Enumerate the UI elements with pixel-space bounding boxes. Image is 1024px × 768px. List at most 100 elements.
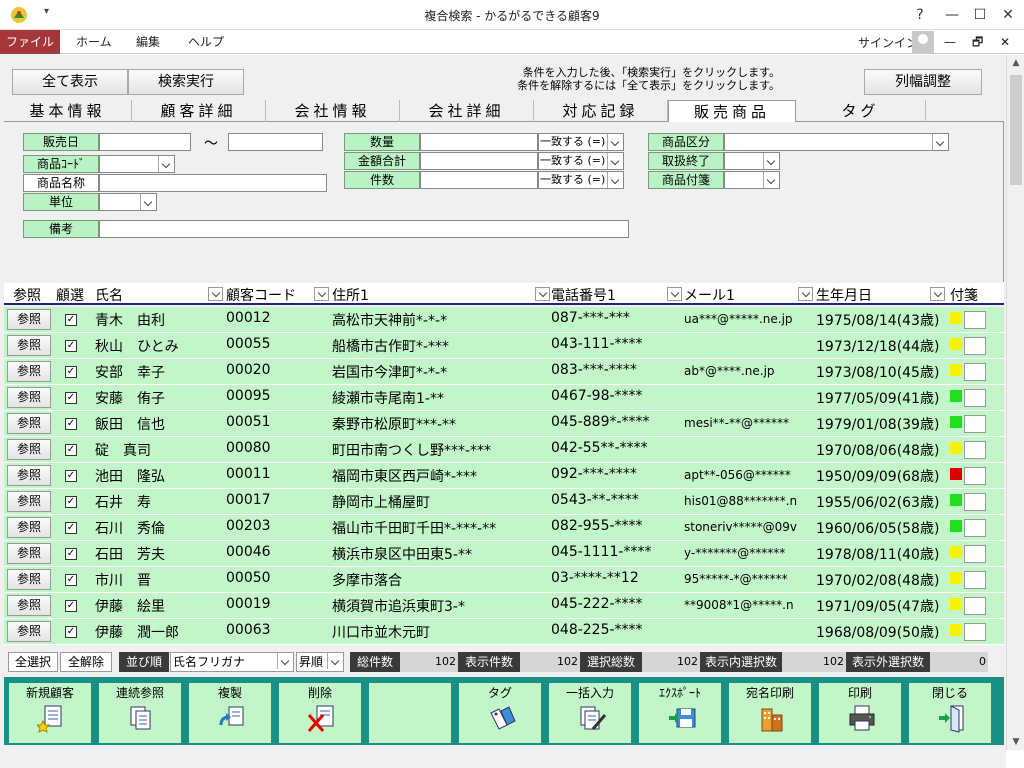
search-exec-button[interactable]: 検索実行 — [128, 69, 244, 95]
print-button[interactable]: 印刷 — [818, 682, 902, 744]
row-tag-box[interactable] — [964, 441, 986, 459]
menu-edit[interactable]: 編集 — [136, 30, 160, 54]
name-filter-dropdown-icon[interactable] — [208, 287, 223, 301]
show-all-button[interactable]: 全て表示 — [12, 69, 128, 95]
row-select-checkbox[interactable]: ✓ — [65, 340, 77, 352]
row-tag-box[interactable] — [964, 415, 986, 433]
row-ref-button[interactable]: 参照 — [7, 361, 51, 382]
row-tag-box[interactable] — [964, 623, 986, 641]
quantity-input[interactable] — [420, 133, 538, 151]
phone-filter-dropdown-icon[interactable] — [667, 287, 682, 301]
vertical-scrollbar[interactable]: ▲ ▼ — [1006, 55, 1024, 750]
delete-button[interactable]: 削除 — [278, 682, 362, 744]
row-select-checkbox[interactable]: ✓ — [65, 574, 77, 586]
menu-file[interactable]: ファイル — [0, 30, 60, 54]
export-button[interactable]: ｴｸｽﾎﾟｰﾄ — [638, 682, 722, 744]
row-tag-box[interactable] — [964, 467, 986, 485]
chevron-down-icon[interactable] — [158, 156, 174, 172]
tab-company-detail[interactable]: 会社詳細 — [400, 100, 534, 122]
column-adjust-button[interactable]: 列幅調整 — [864, 69, 982, 95]
code-filter-dropdown-icon[interactable] — [314, 287, 329, 301]
tag-button[interactable]: タグ — [458, 682, 542, 744]
sale-date-from-input[interactable] — [99, 133, 191, 151]
row-tag-box[interactable] — [964, 363, 986, 381]
row-ref-button[interactable]: 参照 — [7, 595, 51, 616]
row-select-checkbox[interactable]: ✓ — [65, 626, 77, 638]
row-tag-box[interactable] — [964, 571, 986, 589]
menu-help[interactable]: ヘルプ — [188, 30, 224, 54]
row-ref-button[interactable]: 参照 — [7, 387, 51, 408]
signin-link[interactable]: サインイン — [858, 34, 918, 51]
duplicate-button[interactable]: 複製 — [188, 682, 272, 744]
row-select-checkbox[interactable]: ✓ — [65, 548, 77, 560]
chevron-down-icon[interactable] — [277, 653, 293, 669]
header-ref[interactable]: 参照 — [13, 285, 41, 305]
address-filter-dropdown-icon[interactable] — [535, 287, 550, 301]
amount-match-select[interactable]: 一致する (=) — [538, 152, 624, 170]
product-name-input[interactable] — [99, 174, 327, 192]
close-window-button[interactable]: ✕ — [994, 4, 1022, 26]
amount-total-input[interactable] — [420, 152, 538, 170]
deselect-all-button[interactable]: 全解除 — [60, 652, 112, 672]
maximize-button[interactable]: ☐ — [966, 4, 994, 26]
header-phone[interactable]: 電話番号1 — [551, 285, 616, 305]
table-row[interactable]: 参照 ✓ 石川 秀倫 00203 福山市千田町千田*-***-** 082-955-***… — [4, 515, 1004, 541]
chevron-down-icon[interactable] — [607, 134, 623, 150]
row-ref-button[interactable]: 参照 — [7, 413, 51, 434]
row-select-checkbox[interactable]: ✓ — [65, 522, 77, 534]
tab-basic-info[interactable]: 基本情報 — [4, 100, 132, 122]
select-all-button[interactable]: 全選択 — [8, 652, 58, 672]
sort-dir-select[interactable]: 昇順 — [296, 652, 344, 672]
product-code-select[interactable] — [99, 155, 175, 173]
scroll-thumb[interactable] — [1010, 75, 1022, 185]
row-select-checkbox[interactable]: ✓ — [65, 314, 77, 326]
chevron-down-icon[interactable] — [607, 153, 623, 169]
sale-date-to-input[interactable] — [228, 133, 323, 151]
row-ref-button[interactable]: 参照 — [7, 335, 51, 356]
table-row[interactable]: 参照 ✓ 石井 寿 00017 静岡市上桶屋町 0543-**-**** his01@88*… — [4, 489, 1004, 515]
header-select[interactable]: 顧選 — [56, 285, 84, 305]
chevron-down-icon[interactable] — [607, 172, 623, 188]
product-category-select[interactable] — [724, 133, 949, 151]
birth-filter-dropdown-icon[interactable] — [930, 287, 945, 301]
row-ref-button[interactable]: 参照 — [7, 543, 51, 564]
table-row[interactable]: 参照 ✓ 安藤 侑子 00095 綾瀬市寺尾南1-** 0467-98-**** 1977/… — [4, 385, 1004, 411]
row-ref-button[interactable]: 参照 — [7, 439, 51, 460]
row-select-checkbox[interactable]: ✓ — [65, 470, 77, 482]
continuous-ref-button[interactable]: 連続参照 — [98, 682, 182, 744]
header-birth[interactable]: 生年月日 — [816, 285, 872, 305]
table-row[interactable]: 参照 ✓ 安部 幸子 00020 岩国市今津町*-*-* 083-***-**** ab*@… — [4, 359, 1004, 385]
doc-close-icon[interactable]: ✕ — [1000, 30, 1010, 54]
table-row[interactable]: 参照 ✓ 市川 晋 00050 多摩市落合 03-****-**12 95*****-*@*… — [4, 567, 1004, 593]
header-code[interactable]: 顧客コード — [226, 285, 296, 305]
row-ref-button[interactable]: 参照 — [7, 309, 51, 330]
chevron-down-icon[interactable] — [327, 653, 343, 669]
sort-field-select[interactable]: 氏名フリガナ — [170, 652, 294, 672]
row-select-checkbox[interactable]: ✓ — [65, 444, 77, 456]
row-select-checkbox[interactable]: ✓ — [65, 600, 77, 612]
row-tag-box[interactable] — [964, 597, 986, 615]
row-ref-button[interactable]: 参照 — [7, 621, 51, 642]
note-input[interactable] — [99, 220, 629, 238]
doc-restore-icon[interactable]: 🗗 — [972, 30, 983, 54]
row-ref-button[interactable]: 参照 — [7, 517, 51, 538]
header-tag[interactable]: 付箋 — [950, 285, 978, 305]
table-row[interactable]: 参照 ✓ 青木 由利 00012 高松市天神前*-*-* 087-***-*** ua***… — [4, 307, 1004, 333]
new-customer-button[interactable]: 新規顧客 — [8, 682, 92, 744]
tab-sales-products[interactable]: 販売商品 — [668, 100, 796, 122]
chevron-down-icon[interactable] — [140, 194, 156, 210]
table-row[interactable]: 参照 ✓ 秋山 ひとみ 00055 船橋市古作町*-*** 043-111-**** 197… — [4, 333, 1004, 359]
header-address[interactable]: 住所1 — [332, 285, 369, 305]
chevron-down-icon[interactable] — [763, 172, 779, 188]
product-tag-select[interactable] — [724, 171, 780, 189]
table-row[interactable]: 参照 ✓ 飯田 信也 00051 秦野市松原町***-** 045-889*-**** me… — [4, 411, 1004, 437]
minimize-button[interactable]: — — [938, 4, 966, 26]
row-tag-box[interactable] — [964, 519, 986, 537]
tab-company-info[interactable]: 会社情報 — [266, 100, 400, 122]
table-row[interactable]: 参照 ✓ 伊藤 絵里 00019 横須賀市追浜東町3-* 045-222-**** **90… — [4, 593, 1004, 619]
row-select-checkbox[interactable]: ✓ — [65, 496, 77, 508]
row-ref-button[interactable]: 参照 — [7, 465, 51, 486]
row-select-checkbox[interactable]: ✓ — [65, 392, 77, 404]
close-button[interactable]: 閉じる — [908, 682, 992, 744]
address-print-button[interactable]: 宛名印刷 — [728, 682, 812, 744]
